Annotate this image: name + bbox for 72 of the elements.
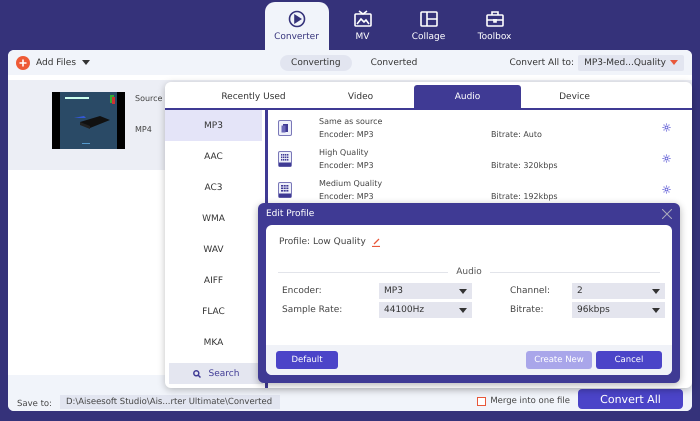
nav-tab[interactable]: Converter (264, 2, 328, 50)
encoder-text: Encoder: MP3 (319, 128, 375, 140)
settings-icon[interactable] (662, 123, 671, 132)
bitrate-text: Bitrate: Auto (491, 128, 543, 140)
dropdown-field[interactable]: 44100Hz (379, 302, 472, 318)
caret-icon (652, 288, 660, 294)
close-icon[interactable] (662, 209, 672, 219)
caret-icon (82, 60, 90, 65)
format-dropdown[interactable]: MP3-Med...Quality (578, 54, 684, 70)
merge-checkbox[interactable] (477, 396, 486, 406)
nav-tab[interactable]: MV (330, 2, 394, 50)
caret-icon (652, 308, 660, 312)
plus-circle-icon (16, 56, 30, 70)
save-to-label: Save to: (17, 399, 52, 409)
field-label: Encoder: (282, 286, 323, 296)
dropdown-field[interactable]: 2 (572, 283, 665, 299)
save-path-field[interactable]: D:\Aiseesoft Studio\Ais...rter Ultimate\Converted (60, 395, 280, 409)
convert-all-label: Convert All to: (510, 58, 574, 68)
section-heading: Audio (456, 267, 482, 277)
bitrate-text: Bitrate: 192kbps (491, 190, 559, 202)
caret-icon (459, 308, 467, 312)
dialog-button[interactable]: Cancel (596, 351, 662, 369)
format-label: MP4 (135, 125, 153, 134)
format-item[interactable]: AAC (165, 141, 262, 172)
view-tab[interactable]: Converting (280, 54, 352, 70)
profile-label: Profile: (279, 237, 310, 247)
bitrate-text: Bitrate: 320kbps (491, 160, 559, 170)
picture-frame-icon (352, 10, 372, 28)
format-item[interactable]: WMA (165, 203, 262, 234)
nav-tab[interactable]: Collage (396, 2, 460, 50)
dialog-button[interactable]: Default (276, 351, 338, 369)
format-item[interactable]: FLAC (165, 296, 262, 327)
encoder-text: Encoder: MP3 (319, 160, 375, 170)
profile-value: Low Quality (313, 237, 366, 247)
dropdown-field[interactable]: 96kbps (572, 302, 665, 318)
profile-name: High Quality (319, 146, 370, 158)
quality-grid-icon (278, 150, 292, 166)
dialog-title: Edit Profile (266, 209, 314, 219)
caret-icon (670, 60, 678, 65)
field-label: Sample Rate: (282, 305, 344, 315)
search-icon (192, 370, 201, 378)
view-tab[interactable]: Converted (360, 54, 428, 70)
field-label: Bitrate: (510, 305, 545, 315)
pencil-icon[interactable] (372, 238, 381, 246)
format-item[interactable]: WAV (165, 234, 262, 265)
format-tab[interactable]: Audio (414, 85, 521, 108)
settings-icon[interactable] (662, 185, 671, 194)
format-tab[interactable]: Video (307, 85, 414, 108)
add-files-button[interactable]: Add Files (16, 56, 90, 70)
format-item[interactable]: MKA (165, 327, 262, 358)
merge-label: Merge into one file (490, 396, 570, 406)
quality-grid-icon (278, 182, 292, 198)
format-item[interactable]: AC3 (165, 172, 262, 203)
profile-name: Medium Quality (319, 178, 384, 188)
caret-icon (459, 288, 467, 294)
format-tab[interactable]: Device (521, 85, 628, 108)
format-item[interactable]: MP3 (165, 110, 262, 141)
profile-name: Same as source (319, 116, 384, 126)
nav-tab[interactable]: Toolbox (462, 2, 526, 50)
source-label: Source (135, 94, 162, 103)
format-tab[interactable]: Recently Used (200, 85, 307, 108)
format-item[interactable]: AIFF (165, 265, 262, 296)
encoder-text: Encoder: MP3 (319, 190, 375, 202)
settings-icon[interactable] (662, 154, 671, 163)
play-circle-icon (286, 10, 306, 28)
toolbox-icon (484, 10, 504, 28)
copy-file-icon (278, 120, 292, 136)
search-button[interactable]: Search (169, 363, 263, 384)
convert-all-button[interactable]: Convert All (578, 389, 683, 409)
dropdown-field[interactable]: MP3 (379, 283, 472, 299)
field-label: Channel: (510, 286, 551, 296)
collage-layout-icon (418, 10, 438, 28)
